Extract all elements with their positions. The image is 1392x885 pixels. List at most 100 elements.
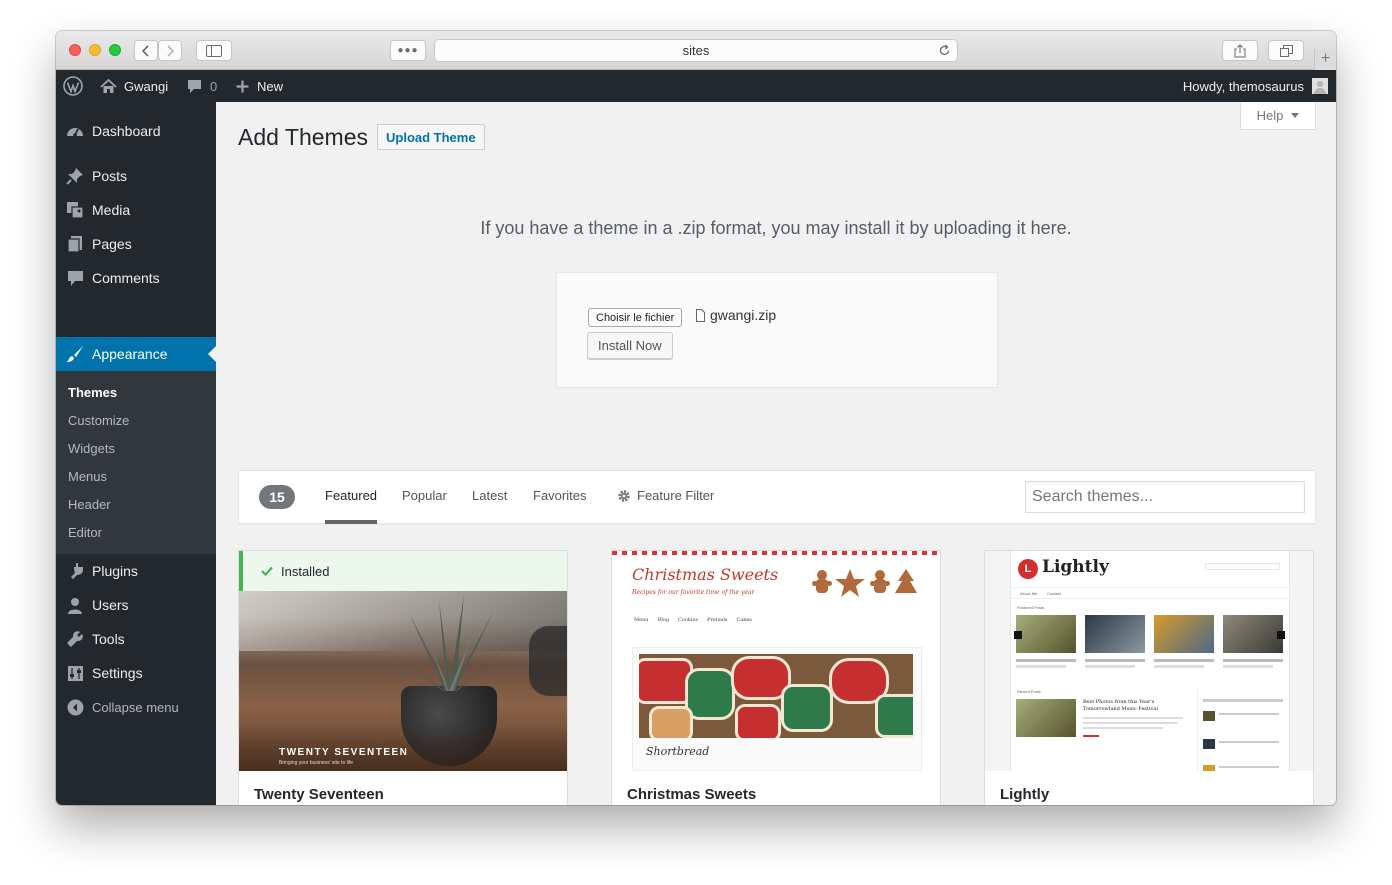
pin-icon: [56, 167, 92, 185]
sidebar-item-appearance[interactable]: Appearance: [56, 337, 216, 371]
zoom-window-button[interactable]: [109, 44, 121, 56]
sidebar-item-label: Dashboard: [92, 123, 161, 139]
help-label: Help: [1256, 108, 1284, 123]
feature-filter-button[interactable]: Feature Filter: [617, 488, 714, 503]
sidebar-item-label: Tools: [92, 631, 125, 647]
back-button[interactable]: [134, 40, 158, 61]
user-icon: [56, 597, 92, 614]
sidebar-item-label: Settings: [92, 665, 143, 681]
sidebar-icon: [206, 44, 222, 57]
new-tab-button[interactable]: +: [1314, 49, 1336, 71]
screenshot-nav-item: Cookies: [678, 617, 699, 623]
media-icon: [56, 201, 92, 219]
screenshot-post-title: Best Photos from this Year's Tomorrowlan…: [1083, 699, 1158, 712]
home-icon: [100, 78, 117, 93]
screenshot-nav-item: Contact: [1047, 590, 1061, 596]
theme-card-lightly[interactable]: L Lightly About Me Contact Featured Post…: [984, 550, 1314, 805]
submenu-item-customize[interactable]: Customize: [68, 413, 129, 428]
sidebar-item-posts[interactable]: Posts: [56, 159, 216, 193]
submenu-item-menus[interactable]: Menus: [68, 469, 107, 484]
screenshot-nav-item: Pretzels: [707, 617, 728, 623]
search-themes-input[interactable]: [1025, 481, 1305, 513]
tabs-overview-button[interactable]: [1268, 40, 1304, 61]
theme-card-twenty-seventeen[interactable]: Installed TWENTY SEVENTEEN Bringing your…: [238, 550, 568, 805]
upload-form: Choisir le fichier gwangi.zip Install No…: [556, 272, 998, 388]
sidebar-item-dashboard[interactable]: Dashboard: [56, 114, 216, 148]
wrench-icon: [56, 630, 92, 648]
sidebar-item-label: Plugins: [92, 563, 138, 579]
tab-latest[interactable]: Latest: [472, 488, 507, 524]
help-tab-button[interactable]: Help: [1240, 102, 1316, 130]
theme-card-christmas-sweets[interactable]: Christmas Sweets Recipes for our favorit…: [611, 550, 941, 805]
submenu-item-header[interactable]: Header: [68, 497, 111, 512]
theme-name: Christmas Sweets: [627, 786, 757, 803]
share-icon: [1234, 43, 1246, 57]
wordpress-logo[interactable]: [63, 70, 83, 102]
upload-theme-button[interactable]: Upload Theme: [377, 124, 485, 150]
tab-featured[interactable]: Featured: [325, 488, 378, 524]
sidebar-item-settings[interactable]: Settings: [56, 656, 216, 690]
choose-file-button[interactable]: Choisir le fichier: [588, 308, 683, 327]
new-label: New: [257, 78, 284, 94]
comments-link[interactable]: 0: [187, 70, 217, 102]
sidebar-item-users[interactable]: Users: [56, 588, 216, 622]
screenshot-title: TWENTY SEVENTEEN: [279, 747, 409, 758]
forward-button[interactable]: [158, 40, 182, 61]
sidebar-item-tools[interactable]: Tools: [56, 622, 216, 656]
sidebar-item-media[interactable]: Media: [56, 193, 216, 227]
file-icon: [696, 308, 705, 322]
screenshot-nav-item: Cakes: [736, 617, 752, 623]
collapse-icon: [56, 699, 92, 716]
new-content-link[interactable]: New: [236, 70, 283, 102]
sidebar-toggle-button[interactable]: [196, 40, 232, 61]
selected-file: gwangi.zip: [696, 307, 776, 323]
tab-favorites[interactable]: Favorites: [533, 488, 586, 524]
close-window-button[interactable]: [69, 44, 81, 56]
plus-icon: [236, 80, 249, 92]
submenu-item-widgets[interactable]: Widgets: [68, 441, 115, 456]
upload-help-text: If you have a theme in a .zip format, yo…: [480, 218, 1072, 238]
url-text: sites: [682, 43, 710, 58]
minimize-window-button[interactable]: [89, 44, 101, 56]
submenu-item-editor[interactable]: Editor: [68, 525, 102, 540]
sidebar-item-pages[interactable]: Pages: [56, 227, 216, 261]
main-content: Help Add Themes Upload Theme If you have…: [216, 102, 1336, 805]
brush-icon: [56, 345, 92, 363]
sidebar-item-comments[interactable]: Comments: [56, 261, 216, 295]
plant-leaves-graphic: [387, 595, 511, 691]
sidebar-item-label: Users: [92, 597, 129, 613]
screenshot-nav-item: Blog: [657, 617, 670, 623]
site-name-link[interactable]: Gwangi: [100, 70, 168, 102]
wp-admin-bar: Gwangi 0 New Howdy, themosaurus: [56, 70, 1336, 102]
sidebar-item-label: Comments: [92, 270, 160, 286]
installed-label: Installed: [281, 563, 330, 579]
share-button[interactable]: [1222, 40, 1258, 61]
tab-popular[interactable]: Popular: [402, 488, 447, 524]
ellipsis-icon: ●●●: [397, 45, 419, 56]
chevron-right-icon: [167, 44, 175, 57]
cookie-decorations-graphic: [812, 569, 917, 597]
wordpress-icon: [63, 76, 83, 96]
comment-icon: [188, 79, 201, 93]
account-menu[interactable]: Howdy, themosaurus: [1183, 70, 1328, 102]
install-now-button[interactable]: Install Now: [587, 332, 673, 359]
avatar: [1312, 78, 1328, 94]
address-bar[interactable]: sites: [434, 39, 958, 62]
cookies-photo: [639, 654, 913, 738]
sidebar-item-plugins[interactable]: Plugins: [56, 554, 216, 588]
reload-icon[interactable]: [938, 44, 951, 57]
browser-window: ●●● sites + Gwangi 0 New Howdy, themosau…: [56, 31, 1336, 805]
comments-count: 0: [210, 78, 218, 94]
settings-icon: [56, 665, 92, 682]
collapse-menu-button[interactable]: Collapse menu: [56, 690, 216, 724]
screenshot-tagline: Recipes for our favorite time of the yea…: [632, 589, 755, 596]
theme-screenshot: L Lightly About Me Contact Featured Post…: [985, 551, 1313, 771]
screenshot-nav-item: Menu: [634, 617, 649, 623]
sidebar-item-label: Collapse menu: [92, 699, 179, 715]
screenshot-tagline: Bringing your business' site to life: [279, 760, 354, 766]
more-button[interactable]: ●●●: [390, 40, 426, 61]
comment-icon: [56, 270, 92, 287]
theme-name: Lightly: [1000, 786, 1050, 803]
submenu-item-themes[interactable]: Themes: [68, 385, 117, 400]
caret-down-icon: [1291, 112, 1300, 118]
